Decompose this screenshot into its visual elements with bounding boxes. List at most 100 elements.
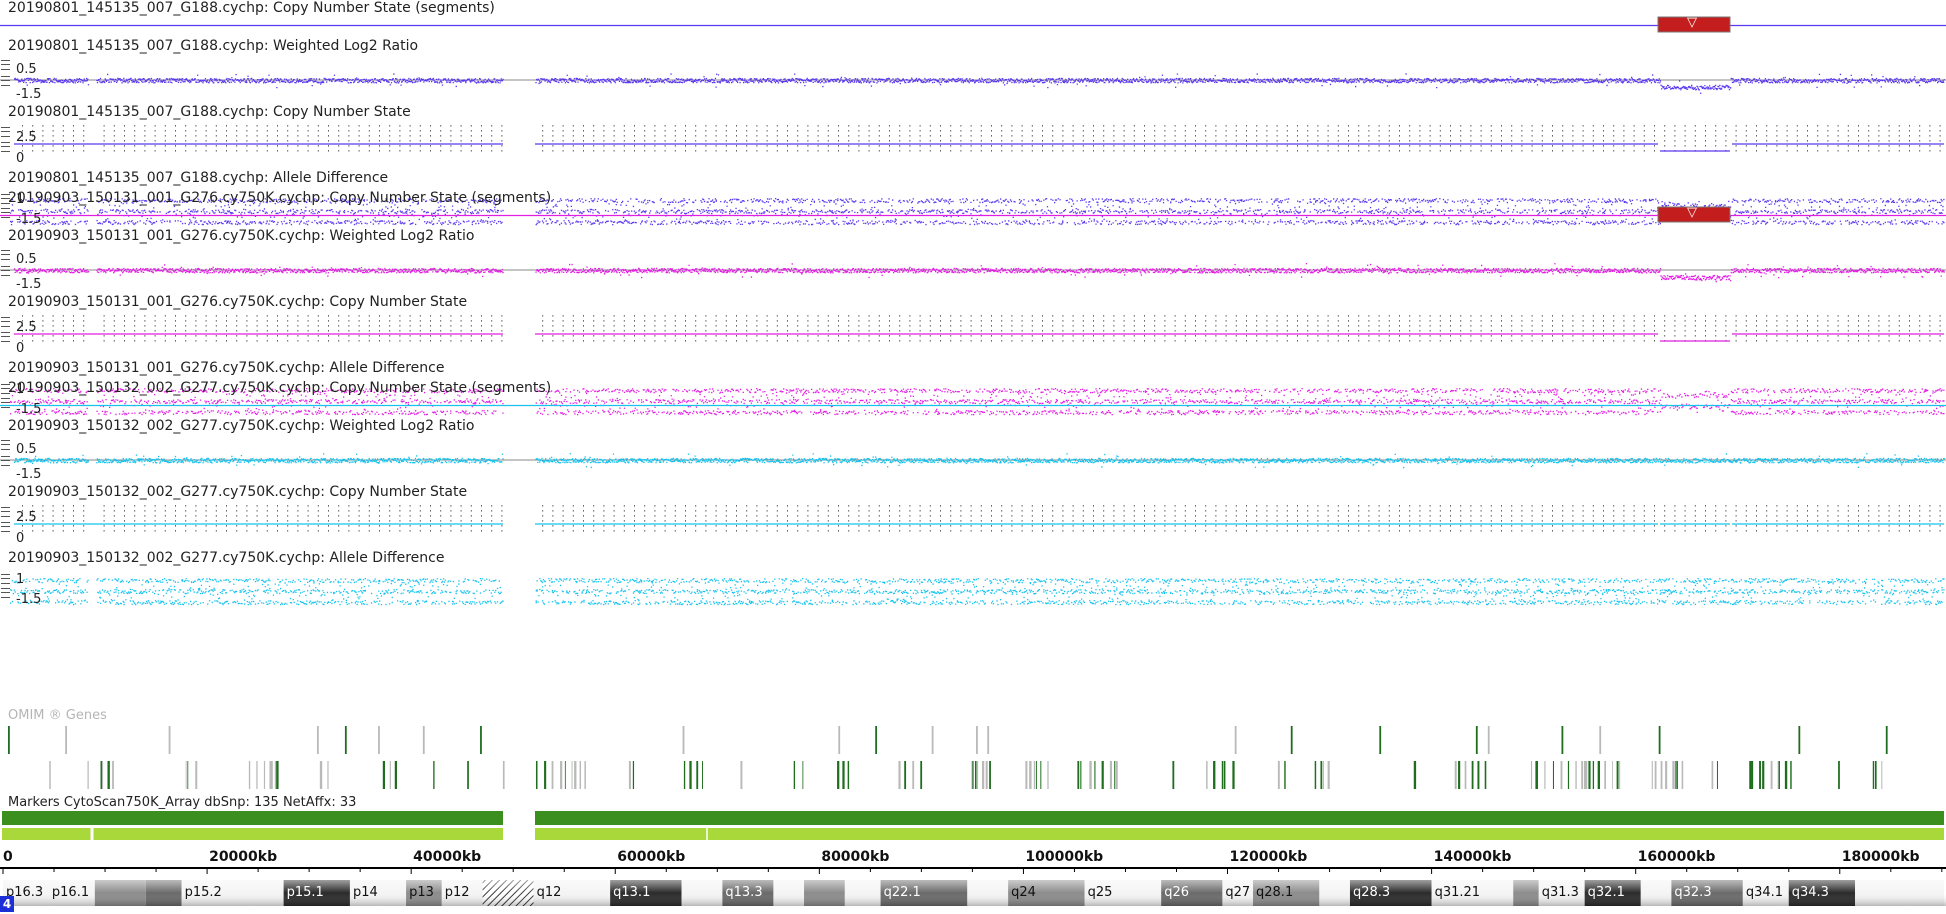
omim-gene-bar <box>8 726 10 754</box>
gene-bar <box>1592 761 1595 789</box>
ruler-tick-label: 40000kb <box>413 849 482 865</box>
omim-gene-bar <box>682 726 685 754</box>
cn-menu-icon[interactable] <box>1 127 10 137</box>
gene-bar <box>1025 761 1028 789</box>
cn-axis-top: 2.5 <box>16 320 37 335</box>
gene-bar <box>1751 761 1754 789</box>
gene-bar <box>1665 761 1668 789</box>
segments-track-label: 20190801_145135_007_G188.cychp: Copy Num… <box>8 0 495 16</box>
gene-bar <box>1081 761 1083 789</box>
gene-bar <box>1029 761 1032 789</box>
allele-axis-top: 1 <box>16 572 25 587</box>
ideogram-band-label: q34.1 <box>1745 885 1784 900</box>
gene-bar <box>1464 761 1467 789</box>
loss-triangle-icon[interactable]: ▽ <box>1687 205 1697 221</box>
gene-bar <box>1770 761 1773 789</box>
cn-menu-icon[interactable] <box>1 332 10 342</box>
ideogram-band-label: q28.1 <box>1256 885 1294 900</box>
gene-bar <box>632 761 635 789</box>
gene-bar <box>1616 761 1619 789</box>
gene-bar <box>1784 761 1788 789</box>
ideogram-band-label: q25 <box>1087 885 1113 900</box>
ideogram-band-label: q12 <box>536 885 562 900</box>
gene-bar <box>1221 761 1224 789</box>
ideogram-band-label: p15.1 <box>286 885 324 900</box>
gene-bar <box>560 761 563 789</box>
cn-menu-icon[interactable] <box>1 507 10 517</box>
cn-menu-icon[interactable] <box>1 317 10 327</box>
gene-bar <box>1327 761 1330 789</box>
ruler-tick-label: 140000kb <box>1433 849 1512 865</box>
gene-bar <box>972 761 974 789</box>
cn-menu-icon[interactable] <box>1 522 10 532</box>
gene-bar <box>382 761 385 789</box>
log2-track-label: 20190903_150132_002_G277.cy750K.cychp: W… <box>8 418 475 434</box>
log2-menu-icon[interactable] <box>1 60 10 70</box>
omim-gene-bar <box>422 726 425 754</box>
gene-bar <box>1213 761 1216 789</box>
allele-menu-icon[interactable] <box>1 398 10 408</box>
ideogram-band-label: q32.1 <box>1587 885 1625 900</box>
cn-track-label: 20190903_150131_001_G276.cy750K.cychp: C… <box>8 294 468 310</box>
gene-bar <box>389 761 391 789</box>
gene-bar <box>1114 761 1116 789</box>
log2-menu-icon[interactable] <box>1 456 10 466</box>
gene-bar <box>271 761 273 789</box>
gene-bar <box>1567 761 1570 789</box>
gene-bar <box>1471 761 1474 789</box>
gene-bar <box>1454 761 1457 789</box>
marker-density-bar <box>535 828 1944 840</box>
gene-bar <box>256 761 258 789</box>
gene-bar <box>985 761 988 789</box>
allele-menu-icon[interactable] <box>1 574 10 584</box>
gene-bar <box>683 761 686 789</box>
ideogram-band-label: p12 <box>444 885 470 900</box>
gene-bar <box>1588 761 1591 789</box>
gene-bar <box>1033 761 1036 789</box>
ruler-tick-label: 180000kb <box>1841 849 1920 865</box>
log2-menu-icon[interactable] <box>1 250 10 260</box>
allele-axis-bottom: -1.5 <box>16 212 42 227</box>
gene-bar <box>1619 761 1621 789</box>
omim-gene-bar <box>1475 726 1478 754</box>
gene-bar <box>1413 761 1417 789</box>
gene-bar <box>837 761 840 789</box>
omim-gene-bar <box>480 726 482 754</box>
gene-bar <box>564 761 566 789</box>
gene-bar <box>502 761 505 789</box>
gene-bar <box>187 761 189 789</box>
gene-bar <box>1651 761 1653 789</box>
log2-menu-icon[interactable] <box>1 266 10 276</box>
gene-bar <box>1284 761 1286 789</box>
ideogram-band-label: p15.2 <box>184 885 222 900</box>
allele-menu-icon[interactable] <box>1 588 10 598</box>
omim-gene-bar <box>1561 726 1564 754</box>
log2-menu-icon[interactable] <box>1 440 10 450</box>
gene-bar <box>433 761 435 789</box>
ruler-tick-label: 100000kb <box>1025 849 1104 865</box>
allele-track-label: 20190903_150131_001_G276.cy750K.cychp: A… <box>8 360 445 376</box>
loss-triangle-icon[interactable]: ▽ <box>1687 15 1697 31</box>
gene-bar <box>628 761 631 789</box>
gene-bar <box>394 761 397 789</box>
gene-bar <box>1323 761 1324 789</box>
ideogram-band-label: q13.3 <box>725 885 763 900</box>
gene-bar <box>319 761 323 789</box>
omim-gene-bar <box>378 726 380 754</box>
gene-bar <box>1314 761 1317 789</box>
cn-axis-top: 2.5 <box>16 130 37 145</box>
log2-menu-icon[interactable] <box>1 76 10 86</box>
omim-gene-bar <box>1234 726 1237 754</box>
log2-axis-top: 0.5 <box>16 252 37 267</box>
log2-track-label: 20190903_150131_001_G276.cy750K.cychp: W… <box>8 228 475 244</box>
log2-axis-bottom: -1.5 <box>16 467 42 482</box>
cn-grid-dots <box>22 505 1941 532</box>
gene-bar <box>1778 761 1780 789</box>
cn-menu-icon[interactable] <box>1 142 10 152</box>
chromosome-number-badge[interactable]: 4 <box>0 896 14 912</box>
gene-bar <box>981 761 985 789</box>
cn-track-label: 20190903_150132_002_G277.cy750K.cychp: C… <box>8 484 468 500</box>
gene-bar <box>898 761 901 789</box>
ideogram-band-label: q13.1 <box>613 885 651 900</box>
allele-menu-icon[interactable] <box>1 208 10 218</box>
